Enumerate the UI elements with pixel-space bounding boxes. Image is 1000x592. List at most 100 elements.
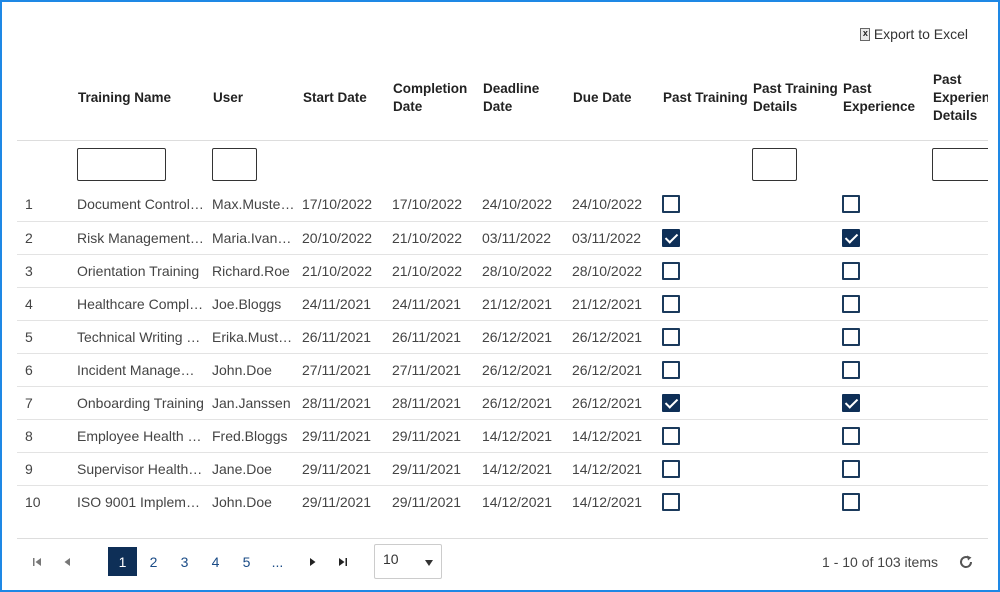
past-experience-checkbox[interactable] xyxy=(842,459,860,478)
cell-user: Joe.Bloggs xyxy=(212,287,302,321)
cell-past-experience-details xyxy=(932,485,988,518)
page-button-4[interactable]: 4 xyxy=(201,547,230,576)
column-header-user[interactable]: User xyxy=(212,57,302,141)
filter-past-training-details-input[interactable] xyxy=(752,147,797,181)
cell-user: Jan.Janssen xyxy=(212,386,302,420)
cell-due-date: 14/12/2021 xyxy=(572,485,662,518)
cell-past-experience-details xyxy=(932,320,988,354)
cell-training-name: Incident Management xyxy=(77,353,212,387)
cell-deadline-date: 03/11/2022 xyxy=(482,221,572,255)
column-header-past-experience[interactable]: Past Experience xyxy=(842,57,932,141)
past-training-checkbox[interactable] xyxy=(662,195,680,214)
column-header-due-date[interactable]: Due Date xyxy=(572,57,662,141)
cell-start-date: 29/11/2021 xyxy=(302,485,392,518)
header-row: Training Name User Start Date Completion… xyxy=(17,57,988,141)
cell-due-date: 14/12/2021 xyxy=(572,452,662,486)
column-header-training-name[interactable]: Training Name xyxy=(77,57,212,141)
page-ellipsis[interactable]: ... xyxy=(263,547,292,576)
cell-due-date: 26/12/2021 xyxy=(572,353,662,387)
past-experience-checkbox[interactable] xyxy=(842,492,860,511)
table-row[interactable]: 1Document Control TrainingMax.Mustermann… xyxy=(17,188,988,222)
past-training-checkbox[interactable] xyxy=(662,360,680,379)
excel-file-icon xyxy=(859,27,870,41)
column-header-past-training[interactable]: Past Training xyxy=(662,57,752,141)
cell-start-date: 28/11/2021 xyxy=(302,386,392,420)
cell-past-training-details xyxy=(752,320,842,354)
past-training-checkbox[interactable] xyxy=(662,261,680,280)
past-training-checkbox[interactable] xyxy=(662,327,680,346)
filter-user-input[interactable] xyxy=(212,147,257,181)
past-experience-checkbox[interactable] xyxy=(842,228,860,247)
cell-completion-date: 27/11/2021 xyxy=(392,353,482,387)
past-training-checkbox[interactable] xyxy=(662,393,680,412)
grid: Training Name User Start Date Completion… xyxy=(17,57,988,518)
column-header-completion-date[interactable]: Completion Date xyxy=(392,57,482,141)
export-label: Export to Excel xyxy=(873,26,968,42)
past-experience-checkbox[interactable] xyxy=(842,294,860,313)
cell-start-date: 26/11/2021 xyxy=(302,320,392,354)
row-index: 4 xyxy=(17,287,77,321)
cell-deadline-date: 14/12/2021 xyxy=(482,485,572,518)
cell-training-name: Document Control Training xyxy=(77,188,212,222)
cell-deadline-date: 14/12/2021 xyxy=(482,419,572,453)
first-page-button[interactable] xyxy=(22,547,52,577)
filter-training-name-input[interactable] xyxy=(77,147,166,181)
filter-past-experience-details-input[interactable] xyxy=(932,147,988,181)
page-button-1[interactable]: 1 xyxy=(108,547,137,576)
cell-start-date: 21/10/2022 xyxy=(302,254,392,288)
cell-past-training-details xyxy=(752,353,842,387)
past-experience-checkbox[interactable] xyxy=(842,327,860,346)
column-header-start-date[interactable]: Start Date xyxy=(302,57,392,141)
table-row[interactable]: 7 Onboarding Training Jan.Janssen 28/11/202… xyxy=(17,386,988,420)
past-experience-checkbox[interactable] xyxy=(842,261,860,280)
next-page-icon xyxy=(310,557,316,566)
cell-deadline-date: 26/12/2021 xyxy=(482,320,572,354)
table-row[interactable]: 9Supervisor Health and SafetyJane.Doe29/… xyxy=(17,452,988,486)
cell-start-date: 24/11/2021 xyxy=(302,287,392,321)
past-experience-checkbox[interactable] xyxy=(842,393,860,412)
table-row[interactable]: 8Employee Health and SafetyFred.Bloggs29… xyxy=(17,419,988,453)
export-to-excel-button[interactable]: Export to Excel xyxy=(859,24,968,44)
refresh-button[interactable] xyxy=(952,548,980,576)
next-page-button[interactable] xyxy=(298,547,328,577)
table-row[interactable]: 2Risk Management TrainingMaria.Ivanova20… xyxy=(17,221,988,255)
cell-past-experience-details xyxy=(932,287,988,321)
cell-deadline-date: 24/10/2022 xyxy=(482,188,572,222)
column-header-deadline-date[interactable]: Deadline Date xyxy=(482,57,572,141)
past-training-checkbox[interactable] xyxy=(662,459,680,478)
table-row[interactable]: 10ISO 9001 ImplementationJohn.Doe29/11/2… xyxy=(17,485,988,518)
cell-completion-date: 17/10/2022 xyxy=(392,188,482,222)
page-button-5[interactable]: 5 xyxy=(232,547,261,576)
prev-page-button[interactable] xyxy=(52,547,82,577)
table-row[interactable]: 5Technical Writing TrainingErika.Musterm… xyxy=(17,320,988,354)
page-button-3[interactable]: 3 xyxy=(170,547,199,576)
past-experience-checkbox[interactable] xyxy=(842,360,860,379)
past-training-checkbox[interactable] xyxy=(662,228,680,247)
past-experience-checkbox[interactable] xyxy=(842,426,860,445)
past-training-checkbox[interactable] xyxy=(662,426,680,445)
row-index: 8 xyxy=(17,419,77,453)
table-row[interactable]: 6 Incident Management John.Doe 27/11/2021 27… xyxy=(17,353,988,387)
cell-start-date: 27/11/2021 xyxy=(302,353,392,387)
column-header-past-training-details[interactable]: Past Training Details xyxy=(752,57,842,141)
table-row[interactable]: 4 Healthcare Compliance Joe.Bloggs 24/11/20… xyxy=(17,287,988,321)
past-training-checkbox[interactable] xyxy=(662,294,680,313)
past-experience-checkbox[interactable] xyxy=(842,195,860,214)
cell-start-date: 29/11/2021 xyxy=(302,419,392,453)
cell-past-training-details xyxy=(752,419,842,453)
column-header-past-experience-details[interactable]: Past Experience Details xyxy=(932,57,988,141)
page-size-select[interactable]: 10 xyxy=(374,544,442,579)
past-training-checkbox[interactable] xyxy=(662,492,680,511)
first-page-icon xyxy=(33,557,41,566)
cell-user: Jane.Doe xyxy=(212,452,302,486)
cell-user: Maria.Ivanova xyxy=(212,221,302,255)
last-page-button[interactable] xyxy=(328,547,358,577)
cell-past-experience-details xyxy=(932,452,988,486)
table-row[interactable]: 3 Orientation Training Richard.Roe 21/10/20… xyxy=(17,254,988,288)
cell-completion-date: 24/11/2021 xyxy=(392,287,482,321)
cell-past-experience-details xyxy=(932,353,988,387)
cell-start-date: 29/11/2021 xyxy=(302,452,392,486)
page-button-2[interactable]: 2 xyxy=(139,547,168,576)
cell-completion-date: 29/11/2021 xyxy=(392,485,482,518)
last-page-icon xyxy=(339,557,347,566)
